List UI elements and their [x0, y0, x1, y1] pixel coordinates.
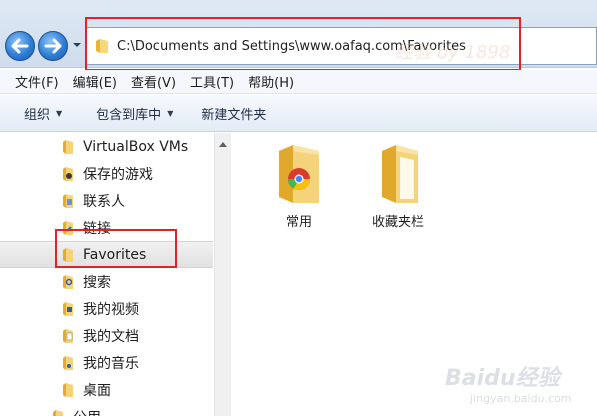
new-folder-button[interactable]: 新建文件夹	[189, 99, 278, 127]
navigation-pane: VirtualBox VMs 保存的游戏 联系人 链接 Favorites 搜索…	[0, 133, 213, 416]
new-folder-label: 新建文件夹	[201, 107, 267, 123]
nav-item-virtualbox-vms[interactable]: VirtualBox VMs	[0, 133, 213, 160]
menu-help[interactable]: 帮助(H)	[241, 72, 301, 91]
menu-view[interactable]: 查看(V)	[124, 72, 183, 91]
contacts-icon	[63, 193, 73, 208]
include-in-library-button[interactable]: 包含到库中 ▼	[84, 99, 185, 127]
links-icon	[63, 220, 73, 235]
menu-tools[interactable]: 工具(T)	[183, 72, 241, 91]
nav-item-favorites[interactable]: Favorites	[0, 241, 213, 268]
arrow-right-icon	[44, 38, 62, 54]
menu-edit[interactable]: 编辑(E)	[66, 72, 124, 91]
organize-label: 组织	[24, 107, 51, 123]
address-path: C:\Documents and Settings\www.oafaq.com\…	[117, 38, 466, 54]
address-input[interactable]: C:\Documents and Settings\www.oafaq.com\…	[86, 27, 597, 65]
my-videos-icon	[63, 301, 73, 316]
caret-down-icon: ▼	[56, 108, 63, 118]
folder-icon	[63, 247, 73, 262]
nav-item-my-documents[interactable]: 我的文档	[0, 322, 213, 349]
nav-item-contacts[interactable]: 联系人	[0, 187, 213, 214]
arrow-left-icon	[11, 38, 29, 54]
chrome-folder-icon	[279, 145, 319, 203]
file-item-favorites-bar[interactable]: 收藏夹栏	[350, 143, 446, 230]
saved-games-icon	[63, 166, 73, 181]
folder-icon	[53, 409, 63, 416]
nav-item-searches[interactable]: 搜索	[0, 268, 213, 295]
forward-button[interactable]	[38, 31, 68, 61]
scroll-up-button[interactable]	[215, 137, 231, 151]
address-bar-region: C:\Documents and Settings\www.oafaq.com\…	[0, 0, 597, 71]
chevron-down-icon[interactable]	[72, 40, 82, 50]
file-item-common[interactable]: 常用	[251, 143, 347, 230]
menu-bar: 文件(F) 编辑(E) 查看(V) 工具(T) 帮助(H)	[0, 70, 597, 94]
organize-button[interactable]: 组织 ▼	[12, 99, 74, 127]
my-documents-icon	[63, 328, 73, 343]
nav-item-links[interactable]: 链接	[0, 214, 213, 241]
caret-down-icon: ▼	[167, 108, 174, 118]
folder-icon	[63, 139, 73, 154]
nav-item-saved-games[interactable]: 保存的游戏	[0, 160, 213, 187]
menu-file[interactable]: 文件(F)	[8, 72, 66, 91]
nav-item-my-videos[interactable]: 我的视频	[0, 295, 213, 322]
back-button[interactable]	[5, 31, 35, 61]
desktop-folder-icon	[63, 382, 73, 397]
searches-icon	[63, 274, 73, 289]
my-music-icon	[63, 355, 73, 370]
content-pane: 常用 收藏夹栏	[232, 133, 597, 416]
folder-icon	[382, 145, 418, 203]
folder-icon	[96, 39, 108, 53]
nav-scrollbar[interactable]	[214, 133, 231, 416]
nav-item-public[interactable]: 公用	[0, 403, 213, 416]
command-bar: 组织 ▼ 包含到库中 ▼ 新建文件夹	[0, 95, 597, 132]
include-label: 包含到库中	[96, 107, 162, 123]
nav-item-desktop[interactable]: 桌面	[0, 376, 213, 403]
triangle-up-icon	[219, 142, 227, 147]
nav-item-my-music[interactable]: 我的音乐	[0, 349, 213, 376]
